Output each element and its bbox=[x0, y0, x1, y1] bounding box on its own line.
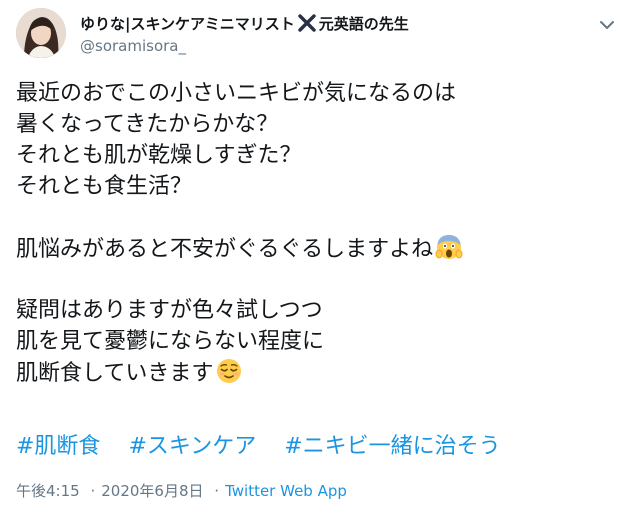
tweet-source-link[interactable]: Twitter Web App bbox=[225, 482, 347, 500]
tweet-line: 暑くなってきたからかな？ bbox=[16, 112, 279, 137]
tweet-card: ゆりな|スキンケアミニマリスト 元英語の先生 @soramisora_ 最近のおで… bbox=[0, 0, 640, 514]
tweet-line: 肌を見て憂鬱にならない程度に bbox=[16, 329, 325, 354]
more-options-button[interactable] bbox=[596, 14, 618, 36]
avatar-photo bbox=[16, 8, 66, 58]
tweet-header: ゆりな|スキンケアミニマリスト 元英語の先生 @soramisora_ bbox=[16, 8, 624, 60]
tweet-line-with-emoji: 肌断食していきます bbox=[16, 357, 616, 388]
tweet-meta: 午後4:15 · 2020年6月8日 · Twitter Web App bbox=[16, 481, 347, 501]
tweet-text: 最近のおでこの小さいニキビが気になるのは 暑くなってきたからかな？ それとも肌が… bbox=[16, 78, 616, 388]
user-handle[interactable]: @soramisora_ bbox=[80, 36, 409, 56]
screaming-face-emoji bbox=[435, 235, 463, 259]
cross-x-icon bbox=[298, 14, 316, 32]
meta-separator: · bbox=[90, 482, 96, 500]
relieved-face-emoji bbox=[217, 359, 242, 383]
tweet-line: 最近のおでこの小さいニキビが気になるのは bbox=[16, 81, 457, 106]
tweet-line: それとも肌が乾燥しすぎた？ bbox=[16, 143, 302, 168]
tweet-time[interactable]: 午後4:15 bbox=[16, 482, 80, 500]
hashtag-link[interactable]: #ニキビ一緒に治そう bbox=[284, 434, 500, 459]
tweet-line: 疑問はありますが色々試しつつ bbox=[16, 298, 323, 323]
hashtag-link[interactable]: #肌断食 bbox=[16, 434, 100, 459]
avatar[interactable] bbox=[16, 8, 66, 58]
tweet-line-text: 肌断食していきます bbox=[16, 361, 214, 386]
user-names: ゆりな|スキンケアミニマリスト 元英語の先生 @soramisora_ bbox=[80, 14, 409, 56]
hashtag-link[interactable]: #スキンケア bbox=[128, 434, 256, 459]
display-name-suffix: 元英語の先生 bbox=[318, 15, 409, 33]
tweet-line-with-emoji: 肌悩みがあると不安がぐるぐるしますよね bbox=[16, 233, 616, 264]
hashtag-row: #肌断食 #スキンケア #ニキビ一緒に治そう bbox=[16, 431, 529, 462]
tweet-date[interactable]: 2020年6月8日 bbox=[101, 482, 203, 500]
display-name[interactable]: ゆりな|スキンケアミニマリスト 元英語の先生 bbox=[80, 14, 409, 34]
display-name-text: ゆりな|スキンケアミニマリスト bbox=[80, 15, 295, 33]
tweet-line-text: 肌悩みがあると不安がぐるぐるしますよね bbox=[16, 237, 434, 262]
tweet-line: それとも食生活？ bbox=[16, 174, 193, 199]
meta-separator: · bbox=[214, 482, 220, 500]
chevron-down-icon bbox=[600, 21, 614, 29]
